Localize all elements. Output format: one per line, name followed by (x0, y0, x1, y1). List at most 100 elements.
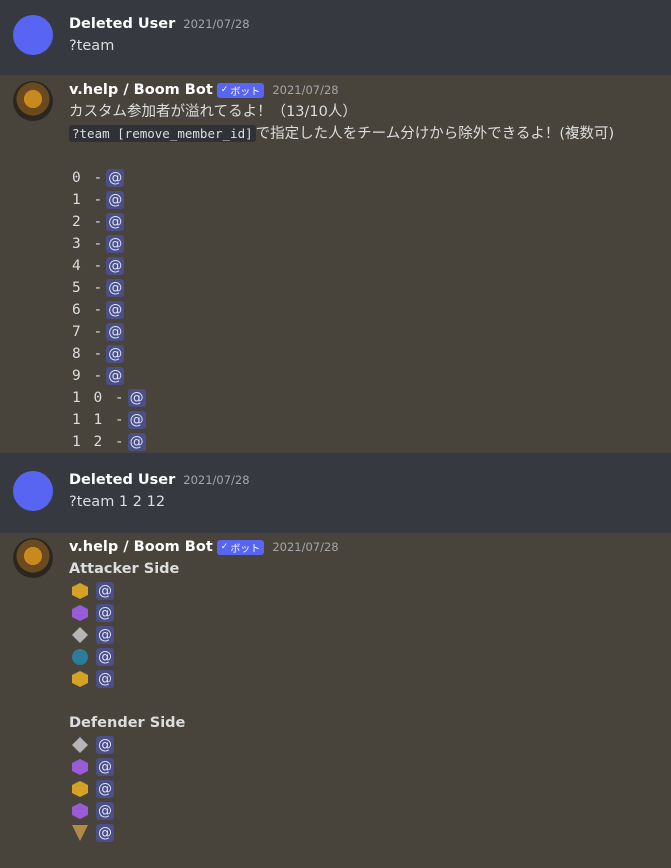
silver-rank-icon (72, 737, 88, 753)
timestamp: 2021/07/28 (183, 473, 250, 487)
user-mention[interactable]: @ (106, 345, 125, 363)
member-index: 4 - (72, 258, 105, 274)
member-index: 8 - (72, 346, 105, 362)
bot-tag-label: ボット (230, 543, 261, 555)
player-row: @ (72, 756, 671, 778)
message-header: v.help / Boom Bot ✓ ボット 2021/07/28 (69, 79, 671, 101)
member-list: 0 - @1 - @2 - @3 - @4 - @5 - @6 - @7 - @8 - @9 - @… (69, 167, 671, 453)
bot-tag-label: ボット (230, 86, 261, 98)
author-name[interactable]: Deleted User (69, 472, 175, 488)
message-user-2: Deleted User 2021/07/28 ?team 1 2 12 (0, 453, 671, 533)
user-mention[interactable]: @ (96, 604, 114, 622)
user-mention[interactable]: @ (106, 257, 125, 275)
timestamp: 2021/07/28 (272, 83, 339, 97)
purple-rank-icon (72, 605, 88, 621)
message-header: Deleted User 2021/07/28 (69, 469, 671, 491)
author-name[interactable]: v.help / Boom Bot (69, 82, 213, 98)
member-index: 2 - (72, 214, 105, 230)
author-name[interactable]: v.help / Boom Bot (69, 539, 213, 555)
member-index: 0 - (72, 170, 105, 186)
user-mention[interactable]: @ (127, 411, 146, 429)
player-row: @ (72, 822, 671, 844)
user-mention[interactable]: @ (106, 367, 125, 385)
member-row: 2 - @ (69, 211, 671, 233)
member-row: 1 1 - @ (69, 409, 671, 431)
defender-list: @ @ @ @ @ (69, 734, 671, 844)
member-row: 8 - @ (69, 343, 671, 365)
user-mention[interactable]: @ (96, 780, 114, 798)
member-index: 1 1 - (72, 412, 126, 428)
user-mention[interactable]: @ (106, 301, 125, 319)
player-row: @ (72, 602, 671, 624)
blue-rank-icon (72, 649, 88, 665)
defender-title: Defender Side (69, 715, 186, 731)
user-mention[interactable]: @ (96, 648, 114, 666)
message-bot-2: v.help / Boom Bot ✓ ボット 2021/07/28 Attac… (0, 533, 671, 868)
bot-avatar-icon[interactable] (13, 538, 53, 578)
message-content: ?team 1 2 12 (69, 494, 166, 510)
user-mention[interactable]: @ (106, 323, 125, 341)
member-index: 1 - (72, 192, 105, 208)
line-2-text: で指定した人をチーム分けから除外できるよ！(複数可) (255, 126, 615, 142)
member-index: 3 - (72, 236, 105, 252)
timestamp: 2021/07/28 (272, 540, 339, 554)
player-row: @ (72, 580, 671, 602)
verified-check-icon: ✓ (220, 542, 229, 552)
player-row: @ (72, 800, 671, 822)
player-row: @ (72, 646, 671, 668)
user-mention[interactable]: @ (96, 802, 114, 820)
user-mention[interactable]: @ (106, 169, 125, 187)
message-header: Deleted User 2021/07/28 (69, 13, 671, 35)
silver-rank-icon (72, 627, 88, 643)
user-mention[interactable]: @ (96, 626, 114, 644)
member-row: 3 - @ (69, 233, 671, 255)
member-index: 7 - (72, 324, 105, 340)
user-mention[interactable]: @ (96, 582, 114, 600)
attacker-title: Attacker Side (69, 561, 180, 577)
message-line-1: カスタム参加者が溢れてるよ！（13/10人） (69, 104, 357, 120)
gold-rank-icon (72, 781, 88, 797)
user-mention[interactable]: @ (96, 736, 114, 754)
member-index: 1 0 - (72, 390, 126, 406)
member-index: 5 - (72, 280, 105, 296)
user-mention[interactable]: @ (127, 389, 146, 407)
player-row: @ (72, 734, 671, 756)
purple-rank-icon (72, 803, 88, 819)
user-mention[interactable]: @ (106, 279, 125, 297)
discord-avatar-icon[interactable] (13, 471, 53, 511)
member-row: 1 2 - @ (69, 431, 671, 453)
member-row: 7 - @ (69, 321, 671, 343)
member-row: 1 0 - @ (69, 387, 671, 409)
message-header: v.help / Boom Bot ✓ ボット 2021/07/28 (69, 536, 671, 558)
member-index: 9 - (72, 368, 105, 384)
timestamp: 2021/07/28 (183, 17, 250, 31)
purple-rank-icon (72, 759, 88, 775)
bot-tag: ✓ ボット (216, 539, 265, 555)
player-row: @ (72, 624, 671, 646)
member-row: 0 - @ (69, 167, 671, 189)
player-row: @ (72, 778, 671, 800)
user-mention[interactable]: @ (96, 824, 114, 842)
user-mention[interactable]: @ (106, 213, 125, 231)
bot-tag: ✓ ボット (216, 82, 265, 98)
gold-rank-icon (72, 671, 88, 687)
member-row: 4 - @ (69, 255, 671, 277)
member-row: 5 - @ (69, 277, 671, 299)
member-row: 6 - @ (69, 299, 671, 321)
discord-avatar-icon[interactable] (13, 15, 53, 55)
user-mention[interactable]: @ (96, 670, 114, 688)
user-mention[interactable]: @ (106, 235, 125, 253)
member-index: 6 - (72, 302, 105, 318)
author-name[interactable]: Deleted User (69, 16, 175, 32)
player-row: @ (72, 668, 671, 690)
bot-avatar-icon[interactable] (13, 81, 53, 121)
gold-rank-icon (72, 583, 88, 599)
user-mention[interactable]: @ (96, 758, 114, 776)
user-mention[interactable]: @ (106, 191, 125, 209)
user-mention[interactable]: @ (127, 433, 146, 451)
inline-code: ?team [remove_member_id] (69, 125, 256, 142)
message-content: ?team (69, 38, 115, 54)
message-line-2: ?team [remove_member_id] で指定した人をチーム分けから除外… (69, 123, 671, 145)
message-user-1: Deleted User 2021/07/28 ?team (0, 0, 671, 75)
member-row: 1 - @ (69, 189, 671, 211)
